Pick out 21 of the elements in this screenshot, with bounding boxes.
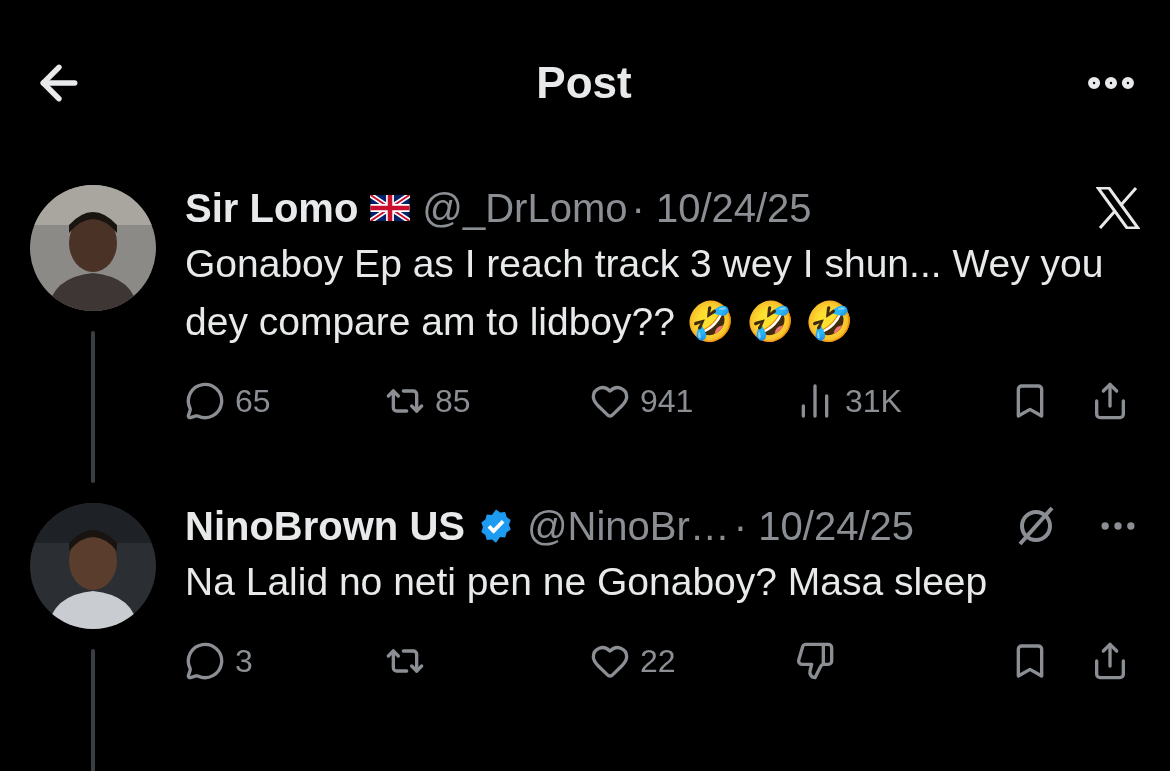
post-date: · 10/24/25 — [631, 185, 812, 231]
post-date: · 10/24/25 — [733, 503, 914, 549]
repost-button[interactable]: 85 — [385, 381, 471, 421]
downvote-button[interactable] — [795, 641, 835, 681]
reply-button[interactable]: 3 — [185, 641, 253, 681]
reply-icon — [185, 641, 225, 681]
like-button[interactable]: 941 — [590, 381, 694, 421]
author-handle[interactable]: @NinoBr… — [527, 503, 730, 549]
reply-icon — [185, 381, 225, 421]
flag-icon — [370, 195, 411, 221]
like-button[interactable]: 22 — [590, 641, 676, 681]
reply-button[interactable]: 65 — [185, 381, 271, 421]
downvote-icon — [795, 641, 835, 681]
views-button[interactable]: 31K — [795, 381, 902, 421]
x-logo-icon — [1096, 187, 1140, 229]
author-name[interactable]: Sir Lomo — [185, 185, 359, 231]
author-name[interactable]: NinoBrown US — [185, 503, 465, 549]
author-handle[interactable]: @_DrLomo — [422, 185, 628, 231]
post-text: Na Lalid no neti pen ne Gonaboy? Masa sleep — [185, 559, 989, 605]
post-text: Gonaboy Ep as I reach track 3 wey I shun... Wey you dey compare am to lidboy?? 🤣 🤣 🤣 — [185, 241, 1105, 345]
page-title: Post — [536, 57, 632, 108]
